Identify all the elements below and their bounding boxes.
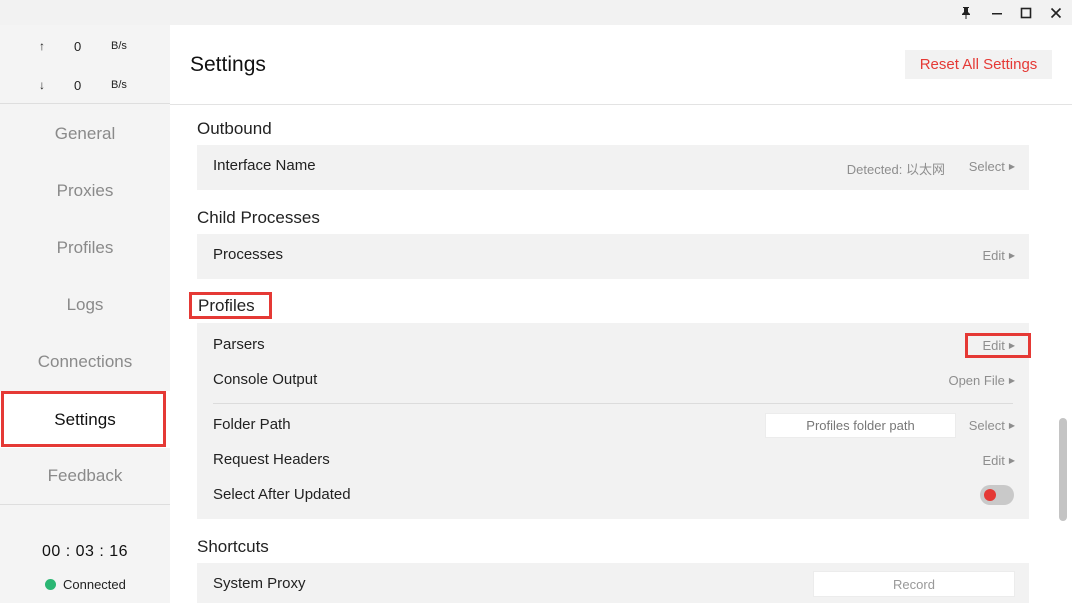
sidebar-item-label: Logs bbox=[66, 294, 104, 314]
download-value: 0 bbox=[74, 78, 82, 93]
request-headers-row: Request Headers Edit ▶ bbox=[197, 444, 1029, 478]
interface-name-label: Interface Name bbox=[213, 157, 316, 174]
caret-right-icon: ▶ bbox=[1008, 162, 1015, 171]
highlight-box bbox=[1, 391, 166, 447]
scrollbar-thumb[interactable] bbox=[1059, 418, 1067, 521]
maximize-icon[interactable] bbox=[1011, 0, 1041, 25]
folder-path-row: Folder Path Select ▶ bbox=[197, 409, 1029, 443]
upload-speed: ↑ 0 B/s bbox=[0, 37, 170, 57]
sidebar-item-connections[interactable]: Connections bbox=[0, 333, 170, 390]
action-label: Select bbox=[968, 159, 1005, 174]
upload-arrow-icon: ↑ bbox=[39, 39, 45, 53]
status-text: Connected bbox=[63, 577, 126, 592]
upload-value: 0 bbox=[74, 39, 82, 54]
main-content: Settings Reset All Settings Outbound Int… bbox=[170, 25, 1072, 603]
open-file-button[interactable]: Open File ▶ bbox=[948, 373, 1015, 388]
caret-right-icon: ▶ bbox=[1008, 456, 1015, 465]
caret-right-icon: ▶ bbox=[1008, 421, 1015, 430]
processes-label: Processes bbox=[213, 246, 284, 263]
section-title-child-processes: Child Processes bbox=[197, 208, 320, 227]
download-speed: ↓ 0 B/s bbox=[0, 76, 170, 96]
reset-all-settings-button[interactable]: Reset All Settings bbox=[905, 50, 1052, 79]
processes-row: Processes Edit ▶ bbox=[197, 239, 1029, 273]
traffic-panel: ↑ 0 B/s ↓ 0 B/s bbox=[0, 25, 170, 104]
sidebar-item-label: Connections bbox=[37, 351, 133, 371]
system-proxy-label: System Proxy bbox=[213, 575, 306, 592]
folder-path-input[interactable] bbox=[765, 413, 956, 438]
select-after-updated-toggle[interactable] bbox=[980, 485, 1014, 505]
parsers-row: Parsers Edit ▶ bbox=[197, 329, 1031, 363]
action-label: Open File bbox=[948, 373, 1005, 388]
sidebar-item-proxies[interactable]: Proxies bbox=[0, 162, 170, 219]
request-headers-label: Request Headers bbox=[213, 451, 330, 468]
folder-path-label: Folder Path bbox=[213, 416, 291, 433]
minimize-icon[interactable] bbox=[982, 0, 1012, 25]
sidebar-item-label: Feedback bbox=[47, 465, 123, 485]
section-title-shortcuts: Shortcuts bbox=[197, 537, 269, 556]
profiles-card: Parsers Edit ▶ Console Output Open File … bbox=[197, 323, 1031, 519]
connection-status: Connected bbox=[45, 577, 126, 592]
caret-right-icon: ▶ bbox=[1008, 251, 1015, 260]
sidebar-item-profiles[interactable]: Profiles bbox=[0, 219, 170, 276]
status-panel: 00 : 03 : 16 Connected bbox=[0, 504, 170, 603]
request-headers-edit-button[interactable]: Edit ▶ bbox=[982, 453, 1015, 468]
sidebar-item-settings[interactable]: Settings bbox=[0, 391, 170, 448]
interface-select-button[interactable]: Select ▶ bbox=[969, 159, 1015, 174]
close-icon[interactable] bbox=[1041, 0, 1071, 25]
console-output-label: Console Output bbox=[213, 371, 318, 388]
highlight-box bbox=[965, 333, 1031, 358]
interface-name-row: Interface Name Detected: 以太网 Select ▶ bbox=[197, 150, 1029, 184]
upload-unit: B/s bbox=[111, 40, 127, 52]
divider bbox=[213, 403, 1013, 404]
outbound-card: Interface Name Detected: 以太网 Select ▶ bbox=[197, 145, 1029, 190]
page-header: Settings Reset All Settings bbox=[170, 25, 1072, 105]
select-after-updated-label: Select After Updated bbox=[213, 486, 351, 503]
action-label: Select bbox=[968, 418, 1005, 433]
parsers-label: Parsers bbox=[213, 336, 265, 353]
status-dot-icon bbox=[45, 579, 56, 590]
page-title: Settings bbox=[190, 53, 266, 76]
toggle-knob bbox=[984, 489, 996, 501]
folder-path-select-button[interactable]: Select ▶ bbox=[969, 418, 1015, 433]
console-output-row: Console Output Open File ▶ bbox=[197, 364, 1029, 398]
shortcuts-card: System Proxy bbox=[197, 563, 1029, 603]
system-proxy-shortcut-input[interactable] bbox=[813, 571, 1015, 597]
section-title-profiles: Profiles bbox=[189, 292, 272, 319]
pin-icon[interactable] bbox=[951, 0, 981, 25]
title-bar bbox=[0, 0, 1072, 25]
detected-interface: Detected: 以太网 bbox=[846, 162, 945, 177]
sidebar-item-label: General bbox=[54, 123, 116, 143]
select-after-updated-row: Select After Updated bbox=[197, 479, 1029, 513]
system-proxy-row: System Proxy bbox=[197, 568, 1029, 602]
processes-edit-button[interactable]: Edit ▶ bbox=[982, 248, 1015, 263]
action-label: Edit bbox=[982, 453, 1005, 468]
caret-right-icon: ▶ bbox=[1008, 376, 1015, 385]
sidebar-item-logs[interactable]: Logs bbox=[0, 276, 170, 333]
sidebar-item-label: Proxies bbox=[56, 180, 114, 200]
sidebar-item-label: Profiles bbox=[56, 237, 114, 257]
sidebar-item-general[interactable]: General bbox=[0, 105, 170, 162]
section-title-outbound: Outbound bbox=[197, 119, 272, 138]
download-arrow-icon: ↓ bbox=[39, 78, 45, 92]
uptime-clock: 00 : 03 : 16 bbox=[41, 543, 129, 560]
sidebar-item-feedback[interactable]: Feedback bbox=[0, 447, 170, 504]
section-title-text: Profiles bbox=[198, 295, 255, 315]
sidebar: ↑ 0 B/s ↓ 0 B/s General Proxies Profiles… bbox=[0, 25, 170, 603]
action-label: Edit bbox=[982, 248, 1005, 263]
child-processes-card: Processes Edit ▶ bbox=[197, 234, 1029, 279]
download-unit: B/s bbox=[111, 79, 127, 91]
